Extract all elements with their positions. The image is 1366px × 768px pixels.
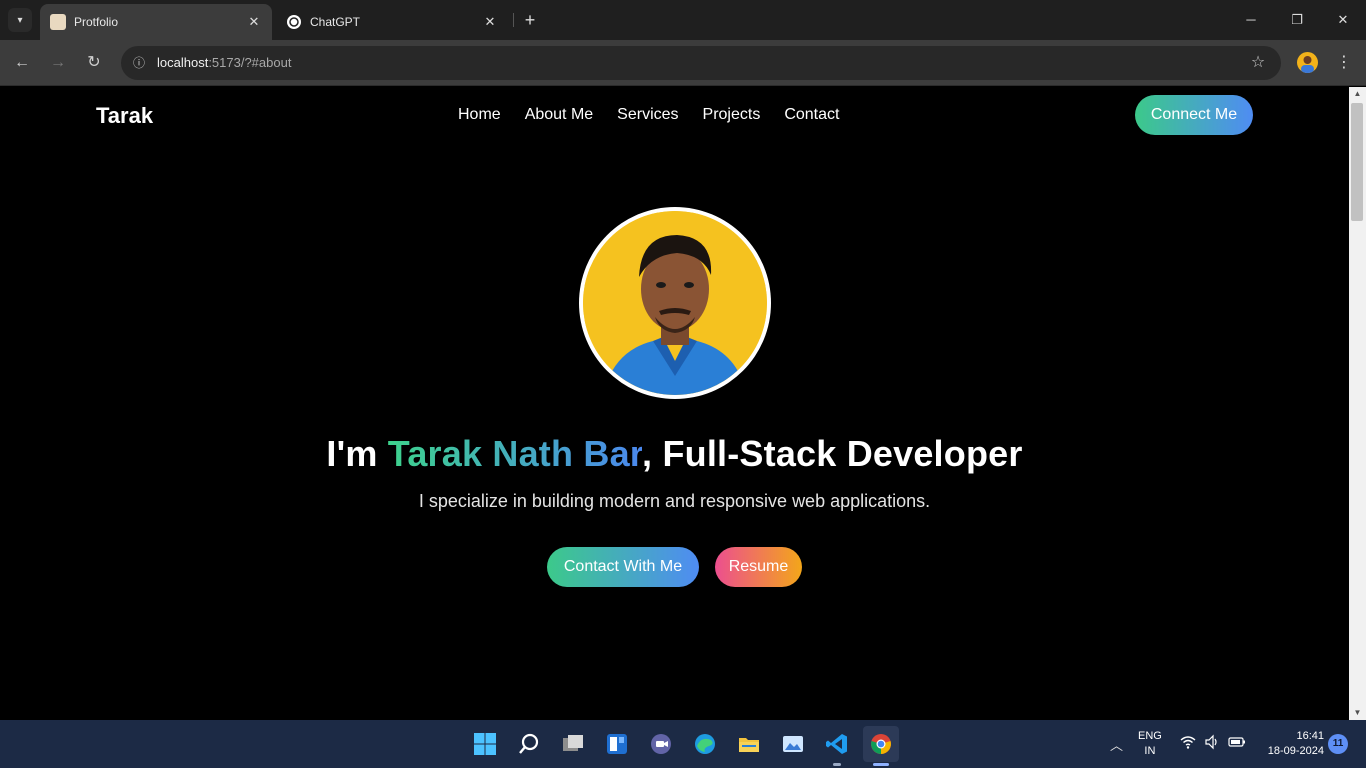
scroll-down-icon[interactable]: ▼	[1349, 706, 1366, 720]
headline-prefix: I'm	[326, 433, 388, 474]
teams-chat-icon[interactable]	[643, 726, 679, 762]
brand-logo[interactable]: Tarak	[96, 103, 153, 129]
hero-tagline: I specialize in building modern and resp…	[418, 491, 931, 511]
url-text[interactable]: localhost:5173/?#about	[157, 55, 291, 70]
widgets-icon[interactable]	[599, 726, 635, 762]
edge-icon[interactable]	[687, 726, 723, 762]
address-bar[interactable]: ⓘ localhost:5173/?#about ☆	[121, 46, 1281, 80]
bookmark-star-icon[interactable]: ☆	[1247, 52, 1269, 74]
nav-links: Home About Me Services Projects Contact	[458, 106, 839, 124]
chrome-icon[interactable]	[863, 726, 899, 762]
back-icon[interactable]: ←	[10, 51, 34, 75]
chevron-up-icon[interactable]: ︿	[1110, 735, 1123, 754]
nav-services[interactable]: Services	[617, 106, 678, 124]
plus-icon[interactable]: +	[520, 10, 540, 30]
clock-date: 18-09-2024	[1267, 745, 1324, 757]
chatgpt-favicon-icon	[286, 14, 302, 30]
nav-projects[interactable]: Projects	[703, 106, 761, 124]
headline-name: Tarak Nath Bar	[387, 433, 643, 474]
resume-button[interactable]: Resume	[715, 547, 802, 587]
minimize-icon[interactable]: ─	[1239, 8, 1263, 32]
hero-buttons: Contact With Me Resume	[547, 547, 802, 587]
nav-contact[interactable]: Contact	[784, 106, 839, 124]
tab-strip: ▾ Protfolio ✕ ChatGPT ✕ + ─ ❐ ✕	[0, 0, 1366, 40]
profile-photo-frame	[579, 207, 771, 399]
tab-portfolio[interactable]: Protfolio ✕	[40, 4, 272, 40]
vscode-icon[interactable]	[819, 726, 855, 762]
file-explorer-icon[interactable]	[731, 726, 767, 762]
language-indicator[interactable]: ENG IN	[1138, 729, 1162, 759]
chrome-active-indicator	[873, 763, 889, 766]
photos-icon[interactable]	[775, 726, 811, 762]
nav-about[interactable]: About Me	[525, 106, 593, 124]
notification-badge[interactable]: 11	[1328, 734, 1348, 754]
clock-time: 16:41	[1296, 730, 1324, 742]
tab-title: ChatGPT	[310, 15, 361, 29]
page-viewport: Tarak Home About Me Services Projects Co…	[0, 87, 1349, 720]
scroll-up-icon[interactable]: ▲	[1349, 87, 1366, 101]
profile-avatar[interactable]	[1297, 52, 1318, 73]
tab-chatgpt[interactable]: ChatGPT ✕	[276, 4, 508, 40]
browser-toolbar: ← → ↻ ⓘ localhost:5173/?#about ☆	[0, 40, 1366, 86]
search-icon[interactable]	[511, 726, 547, 762]
tab-divider	[513, 13, 514, 27]
taskbar-clock[interactable]: 16:41 18-09-2024	[1256, 729, 1324, 759]
battery-icon[interactable]	[1228, 734, 1246, 753]
volume-icon[interactable]	[1204, 734, 1220, 753]
wifi-icon[interactable]	[1180, 734, 1196, 753]
hero-headline: I'm Tarak Nath Bar, Full-Stack Developer	[0, 433, 1349, 475]
profile-photo	[583, 211, 767, 395]
window-close-icon[interactable]: ✕	[1331, 8, 1355, 32]
restore-icon[interactable]: ❐	[1285, 8, 1309, 32]
portfolio-favicon-icon	[50, 14, 66, 30]
reload-icon[interactable]: ↻	[82, 51, 106, 75]
scroll-thumb[interactable]	[1351, 103, 1363, 221]
page-scrollbar[interactable]: ▲ ▼	[1349, 87, 1366, 720]
tab-title: Protfolio	[74, 15, 119, 29]
vscode-running-indicator	[833, 763, 841, 766]
close-icon[interactable]: ✕	[246, 14, 262, 30]
task-view-icon[interactable]	[555, 726, 591, 762]
menu-dots-icon[interactable]: ⋮	[1334, 51, 1354, 75]
windows-taskbar: ︿ ENG IN 16:41 18-09-2024 11	[0, 720, 1366, 768]
tab-search-icon[interactable]: ▾	[8, 8, 32, 32]
connect-me-button[interactable]: Connect Me	[1135, 95, 1253, 135]
nav-home[interactable]: Home	[458, 106, 501, 124]
start-icon[interactable]	[467, 726, 503, 762]
contact-with-me-button[interactable]: Contact With Me	[547, 547, 699, 587]
headline-suffix: , Full-Stack Developer	[642, 433, 1023, 474]
site-navbar: Tarak Home About Me Services Projects Co…	[0, 87, 1349, 147]
site-info-icon[interactable]: ⓘ	[129, 53, 149, 73]
close-icon[interactable]: ✕	[482, 14, 498, 30]
forward-icon[interactable]: →	[46, 51, 70, 75]
system-tray[interactable]	[1180, 734, 1246, 753]
